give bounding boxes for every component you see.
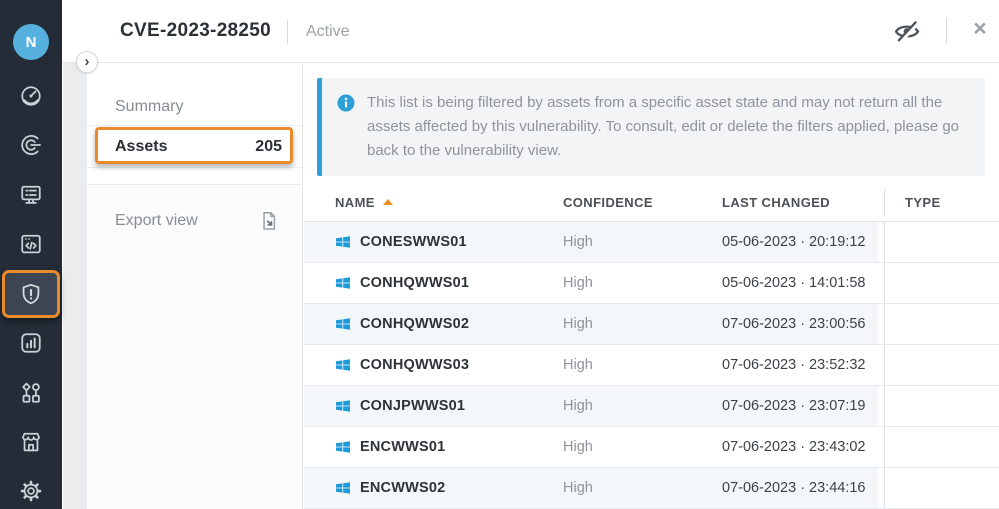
windows-icon [335,357,351,373]
type-cell: Windows [884,386,999,426]
speedometer-icon[interactable] [17,82,45,110]
nav-item-summary[interactable]: Summary [87,88,302,126]
table-row[interactable]: CONESWWS01 High 05-06-2023 · 20:19:12 Wi… [304,222,999,263]
table-header: NAME CONFIDENCE LAST CHANGED TYPE [304,183,999,222]
asset-confidence: High [563,222,593,262]
table-row[interactable]: CONHQWWS02 High 07-06-2023 · 23:00:56 Wi… [304,304,999,345]
summary-label: Summary [115,98,183,116]
info-icon [337,94,355,112]
type-cell: Windows [884,468,999,508]
app-window: N [0,0,999,509]
asset-name: CONHQWWS01 [360,263,469,303]
asset-confidence: High [563,386,593,426]
asset-last-changed: 05-06-2023 · 20:19:12 [722,222,866,262]
network-icon[interactable] [17,379,45,407]
windows-icon [335,480,351,496]
asset-name: CONESWWS01 [360,222,467,262]
assets-count-badge: 205 [255,138,282,156]
asset-last-changed: 07-06-2023 · 23:43:02 [722,427,866,467]
eye-off-icon [891,15,923,47]
name-header-label: NAME [335,195,375,210]
radar-icon[interactable] [17,131,45,159]
table-row[interactable]: CONHQWWS01 High 05-06-2023 · 14:01:58 Wi… [304,263,999,304]
status-label: Active [306,23,350,41]
column-header-name[interactable]: NAME [335,195,393,210]
assets-label: Assets [115,138,167,156]
type-cell: Windows [884,304,999,344]
asset-name: CONHQWWS02 [360,304,469,344]
storefront-icon[interactable] [17,428,45,456]
asset-name: CONJPWWS01 [360,386,465,426]
table-body: CONESWWS01 High 05-06-2023 · 20:19:12 Wi… [304,222,999,509]
asset-last-changed: 07-06-2023 · 23:07:19 [722,386,866,426]
table-row[interactable]: ENCWWS01 High 07-06-2023 · 23:43:02 Wind… [304,427,999,468]
title-divider [287,19,288,44]
type-column-divider [884,189,885,216]
collapse-panel-button[interactable]: › [76,51,98,73]
gear-icon[interactable] [17,477,45,505]
assets-content: This list is being filtered by assets fr… [304,63,999,509]
asset-confidence: High [563,468,593,508]
page-title: CVE-2023-28250 [120,20,271,42]
windows-icon [335,316,351,332]
asset-confidence: High [563,304,593,344]
table-row[interactable]: CONHQWWS03 High 07-06-2023 · 23:52:32 Wi… [304,345,999,386]
windows-icon [335,398,351,414]
report-chart-icon[interactable] [17,329,45,357]
asset-last-changed: 07-06-2023 · 23:52:32 [722,345,866,385]
asset-last-changed: 05-06-2023 · 14:01:58 [722,263,866,303]
panel-gutter [63,63,87,509]
type-cell: Windows [884,222,999,262]
column-header-last-changed[interactable]: LAST CHANGED [722,195,830,210]
windows-icon [335,439,351,455]
export-view-button[interactable]: Export view [87,201,302,241]
column-header-confidence[interactable]: CONFIDENCE [563,195,653,210]
asset-name: ENCWWS02 [360,468,445,508]
detail-header: CVE-2023-28250 Active × [63,0,999,63]
asset-name: CONHQWWS03 [360,345,469,385]
table-row[interactable]: CONJPWWS01 High 07-06-2023 · 23:07:19 Wi… [304,386,999,427]
type-cell: Windows [884,345,999,385]
table-row[interactable]: ENCWWS02 High 07-06-2023 · 23:44:16 Wind… [304,468,999,509]
asset-confidence: High [563,427,593,467]
asset-name: ENCWWS01 [360,427,445,467]
asset-last-changed: 07-06-2023 · 23:00:56 [722,304,866,344]
export-section: Export view [87,184,302,509]
filter-info-banner: This list is being filtered by assets fr… [317,78,985,176]
type-cell: Windows [884,263,999,303]
export-file-icon [260,211,278,231]
windows-icon [335,275,351,291]
filter-info-text: This list is being filtered by assets fr… [367,91,965,163]
close-button[interactable]: × [964,12,996,44]
windows-icon [335,234,351,250]
monitor-list-icon[interactable] [17,181,45,209]
hide-vulnerability-button[interactable] [891,15,923,47]
code-window-icon[interactable] [17,230,45,258]
type-cell: Windows [884,427,999,467]
column-header-type[interactable]: TYPE [905,195,941,210]
detail-nav-panel: Summary Assets 205 Export view [87,63,303,509]
nav-item-assets[interactable]: Assets 205 [87,126,302,168]
header-actions-divider [946,18,947,44]
asset-confidence: High [563,263,593,303]
avatar[interactable]: N [13,24,49,60]
sort-asc-icon [383,199,393,205]
export-view-label: Export view [115,212,198,230]
asset-last-changed: 07-06-2023 · 23:44:16 [722,468,866,508]
icon-sidebar: N [0,0,62,509]
asset-confidence: High [563,345,593,385]
shield-alert-icon[interactable] [17,280,45,308]
